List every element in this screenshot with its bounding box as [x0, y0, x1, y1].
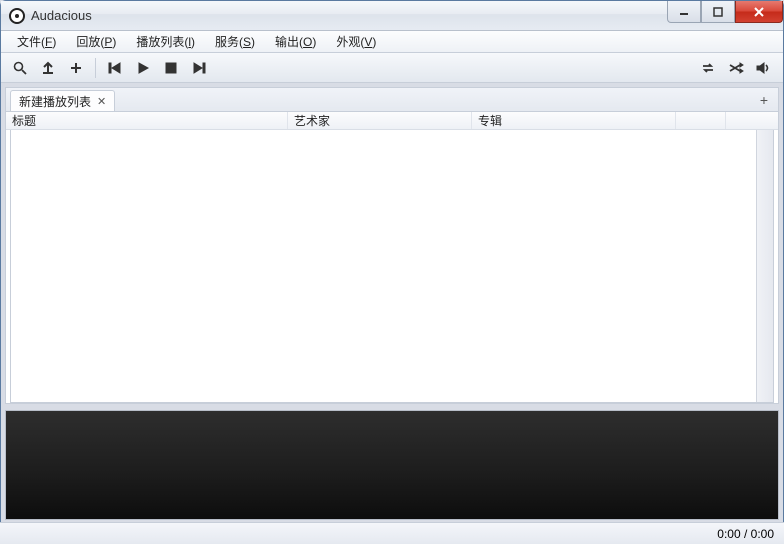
column-album[interactable]: 专辑: [472, 112, 676, 129]
previous-icon: [108, 61, 122, 75]
shuffle-icon: [728, 61, 744, 75]
play-icon: [136, 61, 150, 75]
menu-file[interactable]: 文件(F): [7, 31, 66, 52]
column-headers: 标题 艺术家 专辑: [6, 112, 778, 130]
time-display: 0:00 / 0:00: [717, 527, 774, 541]
shuffle-button[interactable]: [727, 59, 745, 77]
toolbar-separator: [95, 58, 96, 78]
menu-playlist[interactable]: 播放列表(l): [126, 31, 205, 52]
title-bar: Audacious: [1, 1, 783, 31]
window-title: Audacious: [31, 8, 92, 23]
tab-label: 新建播放列表: [19, 93, 91, 110]
column-extra2[interactable]: [726, 112, 778, 129]
volume-button[interactable]: [755, 59, 773, 77]
menu-output[interactable]: 输出(O): [265, 31, 326, 52]
window-controls: [667, 1, 783, 23]
next-button[interactable]: [190, 59, 208, 77]
column-title[interactable]: 标题: [6, 112, 288, 129]
menu-view[interactable]: 外观(V): [326, 31, 386, 52]
status-bar: 0:00 / 0:00: [0, 522, 784, 544]
menu-services[interactable]: 服务(S): [205, 31, 265, 52]
menu-bar: 文件(F) 回放(P) 播放列表(l) 服务(S) 输出(O) 外观(V): [1, 31, 783, 53]
repeat-button[interactable]: [699, 59, 717, 77]
open-file-button[interactable]: [39, 59, 57, 77]
open-icon: [41, 61, 55, 75]
play-button[interactable]: [134, 59, 152, 77]
column-extra1[interactable]: [676, 112, 726, 129]
column-artist[interactable]: 艺术家: [288, 112, 472, 129]
visualization-panel: [5, 410, 779, 520]
app-icon: [9, 8, 25, 24]
repeat-icon: [700, 61, 716, 75]
add-tab-button[interactable]: +: [756, 92, 772, 108]
menu-playback[interactable]: 回放(P): [66, 31, 126, 52]
maximize-button[interactable]: [701, 1, 735, 23]
tab-current-playlist[interactable]: 新建播放列表 ✕: [10, 90, 115, 111]
add-icon: [69, 61, 83, 75]
close-button[interactable]: [735, 1, 783, 23]
add-button[interactable]: [67, 59, 85, 77]
volume-icon: [756, 61, 772, 75]
minimize-button[interactable]: [667, 1, 701, 23]
tab-bar: 新建播放列表 ✕ +: [6, 88, 778, 112]
menu-file-label: 文件(: [17, 35, 45, 49]
stop-button[interactable]: [162, 59, 180, 77]
previous-button[interactable]: [106, 59, 124, 77]
tab-close-icon[interactable]: ✕: [97, 95, 106, 108]
stop-icon: [164, 61, 178, 75]
minimize-icon: [679, 7, 689, 17]
maximize-icon: [713, 7, 723, 17]
playlist-area[interactable]: [10, 130, 774, 403]
vertical-scrollbar[interactable]: [756, 130, 773, 402]
search-button[interactable]: [11, 59, 29, 77]
close-icon: [753, 6, 765, 18]
search-icon: [13, 61, 27, 75]
playlist-frame: 新建播放列表 ✕ + 标题 艺术家 专辑: [5, 87, 779, 404]
toolbar: [1, 53, 783, 83]
next-icon: [192, 61, 206, 75]
